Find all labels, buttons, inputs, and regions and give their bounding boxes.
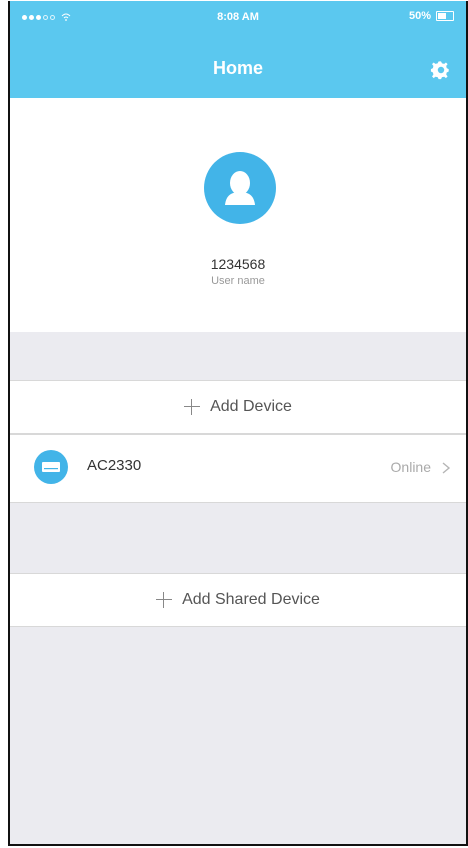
- user-id: 1234568: [210, 256, 266, 272]
- phone-screen: 8:08 AM 50% Home 1234568 User name Add D…: [8, 1, 468, 846]
- battery-fill: [438, 13, 446, 19]
- plus-icon: [184, 399, 201, 415]
- add-shared-device-label: Add Shared Device: [182, 591, 320, 608]
- battery-percentage: 50%: [408, 10, 431, 22]
- user-profile-panel: 1234568 User name: [10, 98, 466, 332]
- add-device-label: Add Device: [210, 398, 292, 415]
- header-bar: 8:08 AM 50% Home: [10, 1, 466, 98]
- page-title: Home: [212, 58, 263, 78]
- add-shared-device-button[interactable]: Add Shared Device: [10, 573, 466, 627]
- device-status: Online: [390, 459, 431, 475]
- add-device-button[interactable]: Add Device: [10, 380, 466, 434]
- status-bar: 8:08 AM 50%: [10, 1, 466, 31]
- user-avatar-icon: [204, 152, 276, 224]
- add-device-content: Add Device: [10, 381, 466, 433]
- add-shared-device-content: Add Shared Device: [10, 574, 466, 626]
- device-list-item[interactable]: AC2330 Online: [10, 434, 466, 503]
- user-name-label: User name: [211, 275, 265, 287]
- status-time: 8:08 AM: [217, 11, 259, 23]
- user-silhouette-icon: [225, 171, 255, 205]
- plus-icon: [156, 592, 173, 608]
- device-name: AC2330: [87, 457, 142, 474]
- air-conditioner-icon: [34, 450, 68, 484]
- battery-icon: [436, 11, 454, 21]
- chevron-right-icon: [442, 462, 451, 474]
- battery-status: 50%: [409, 10, 454, 22]
- gear-icon[interactable]: [430, 59, 452, 81]
